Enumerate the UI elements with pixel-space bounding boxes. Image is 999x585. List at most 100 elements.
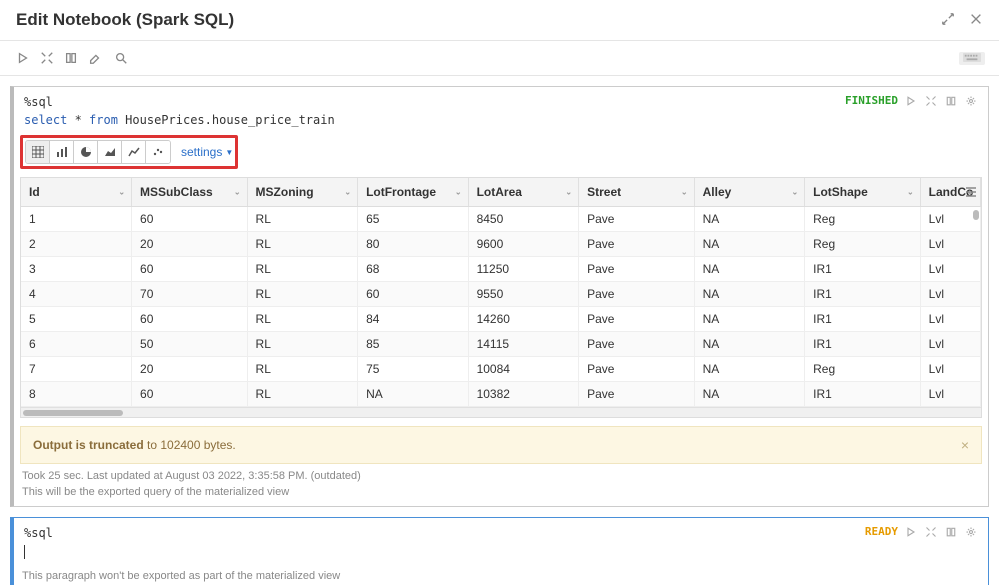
code-editor[interactable]: %sql READY (14, 518, 988, 564)
table-menu-icon[interactable] (965, 186, 977, 201)
column-header[interactable]: MSZoning⌄ (247, 178, 358, 207)
table-cell: 11250 (468, 257, 579, 282)
bar-chart-icon[interactable] (50, 141, 74, 163)
gear-icon[interactable] (964, 94, 978, 108)
viz-button-group (25, 140, 171, 164)
text-caret (24, 545, 25, 559)
book-icon[interactable] (944, 525, 958, 539)
book-icon[interactable] (62, 49, 80, 67)
table-cell: 10382 (468, 382, 579, 407)
table-cell: 10084 (468, 357, 579, 382)
table-cell: RL (247, 232, 358, 257)
table-cell: Pave (579, 232, 695, 257)
table-cell: 14115 (468, 332, 579, 357)
table-cell: Pave (579, 357, 695, 382)
table-cell: Reg (805, 357, 921, 382)
table-cell: IR1 (805, 307, 921, 332)
table-cell: IR1 (805, 282, 921, 307)
table-header-row: Id⌄MSSubClass⌄MSZoning⌄LotFrontage⌄LotAr… (21, 178, 981, 207)
table-icon[interactable] (26, 141, 50, 163)
table-cell: RL (247, 382, 358, 407)
table-cell: 20 (132, 232, 248, 257)
table-cell: NA (694, 382, 805, 407)
table-cell: Lvl (920, 357, 980, 382)
search-icon[interactable] (112, 49, 130, 67)
table-cell: Pave (579, 282, 695, 307)
notebook-cell-1: %sql select * from HousePrices.house_pri… (10, 86, 989, 507)
table-cell: RL (247, 307, 358, 332)
cell-timing-info: Took 25 sec. Last updated at August 03 2… (22, 470, 980, 482)
chevron-down-icon: ▼ (225, 148, 233, 157)
table-row: 470RL609550PaveNAIR1Lvl (21, 282, 981, 307)
table-cell: Reg (805, 207, 921, 232)
table-cell: 65 (358, 207, 469, 232)
table-cell: Lvl (920, 232, 980, 257)
table-cell: Lvl (920, 257, 980, 282)
close-icon[interactable]: × (961, 437, 969, 453)
close-dialog-icon[interactable] (969, 12, 983, 29)
table-cell: 60 (358, 282, 469, 307)
table-cell: 68 (358, 257, 469, 282)
table-row: 220RL809600PaveNARegLvl (21, 232, 981, 257)
table-cell: NA (358, 382, 469, 407)
area-chart-icon[interactable] (98, 141, 122, 163)
table-cell: 1 (21, 207, 132, 232)
expand-icon[interactable] (924, 525, 938, 539)
keyboard-badge (959, 52, 985, 65)
expand-icon[interactable] (924, 94, 938, 108)
play-icon[interactable] (14, 49, 32, 67)
cell-status: READY (865, 524, 898, 541)
viz-settings-link[interactable]: settings ▼ (181, 145, 233, 159)
table-cell: RL (247, 357, 358, 382)
column-header[interactable]: LotFrontage⌄ (358, 178, 469, 207)
gear-icon[interactable] (964, 525, 978, 539)
table-cell: 14260 (468, 307, 579, 332)
table-cell: NA (694, 232, 805, 257)
table-cell: Pave (579, 382, 695, 407)
column-header[interactable]: Street⌄ (579, 178, 695, 207)
cell-status: FINISHED (845, 93, 898, 110)
column-header[interactable]: Id⌄ (21, 178, 132, 207)
table-cell: 8450 (468, 207, 579, 232)
column-header[interactable]: LotShape⌄ (805, 178, 921, 207)
table-cell: 3 (21, 257, 132, 282)
sort-icon[interactable]: ⌄ (455, 188, 462, 197)
column-header[interactable]: Alley⌄ (694, 178, 805, 207)
table-cell: Pave (579, 332, 695, 357)
table-cell: NA (694, 307, 805, 332)
scatter-chart-icon[interactable] (146, 141, 170, 163)
table-cell: 9600 (468, 232, 579, 257)
sort-icon[interactable]: ⌄ (681, 188, 688, 197)
table-cell: 70 (132, 282, 248, 307)
expand-dialog-icon[interactable] (941, 12, 955, 29)
sort-icon[interactable]: ⌄ (565, 188, 572, 197)
result-table-wrap: Id⌄MSSubClass⌄MSZoning⌄LotFrontage⌄LotAr… (20, 177, 982, 418)
table-cell: RL (247, 332, 358, 357)
table-cell: Lvl (920, 207, 980, 232)
table-cell: NA (694, 332, 805, 357)
code-editor[interactable]: %sql select * from HousePrices.house_pri… (14, 87, 988, 133)
dialog-header: Edit Notebook (Spark SQL) (0, 0, 999, 41)
column-header[interactable]: LotArea⌄ (468, 178, 579, 207)
table-cell: 2 (21, 232, 132, 257)
book-icon[interactable] (944, 94, 958, 108)
sort-icon[interactable]: ⌄ (118, 188, 125, 197)
column-header[interactable]: MSSubClass⌄ (132, 178, 248, 207)
sort-icon[interactable]: ⌄ (907, 188, 914, 197)
sort-icon[interactable]: ⌄ (344, 188, 351, 197)
collapse-icon[interactable] (38, 49, 56, 67)
play-icon[interactable] (904, 94, 918, 108)
play-icon[interactable] (904, 525, 918, 539)
table-cell: 75 (358, 357, 469, 382)
table-cell: IR1 (805, 382, 921, 407)
line-chart-icon[interactable] (122, 141, 146, 163)
sort-icon[interactable]: ⌄ (234, 188, 241, 197)
truncation-banner: Output is truncated to 102400 bytes. × (20, 426, 982, 464)
table-row: 160RL658450PaveNARegLvl (21, 207, 981, 232)
pie-chart-icon[interactable] (74, 141, 98, 163)
table-cell: 7 (21, 357, 132, 382)
sort-icon[interactable]: ⌄ (791, 188, 798, 197)
eraser-icon[interactable] (86, 49, 104, 67)
vertical-scrollbar[interactable] (973, 210, 979, 220)
horizontal-scrollbar[interactable] (21, 407, 981, 417)
